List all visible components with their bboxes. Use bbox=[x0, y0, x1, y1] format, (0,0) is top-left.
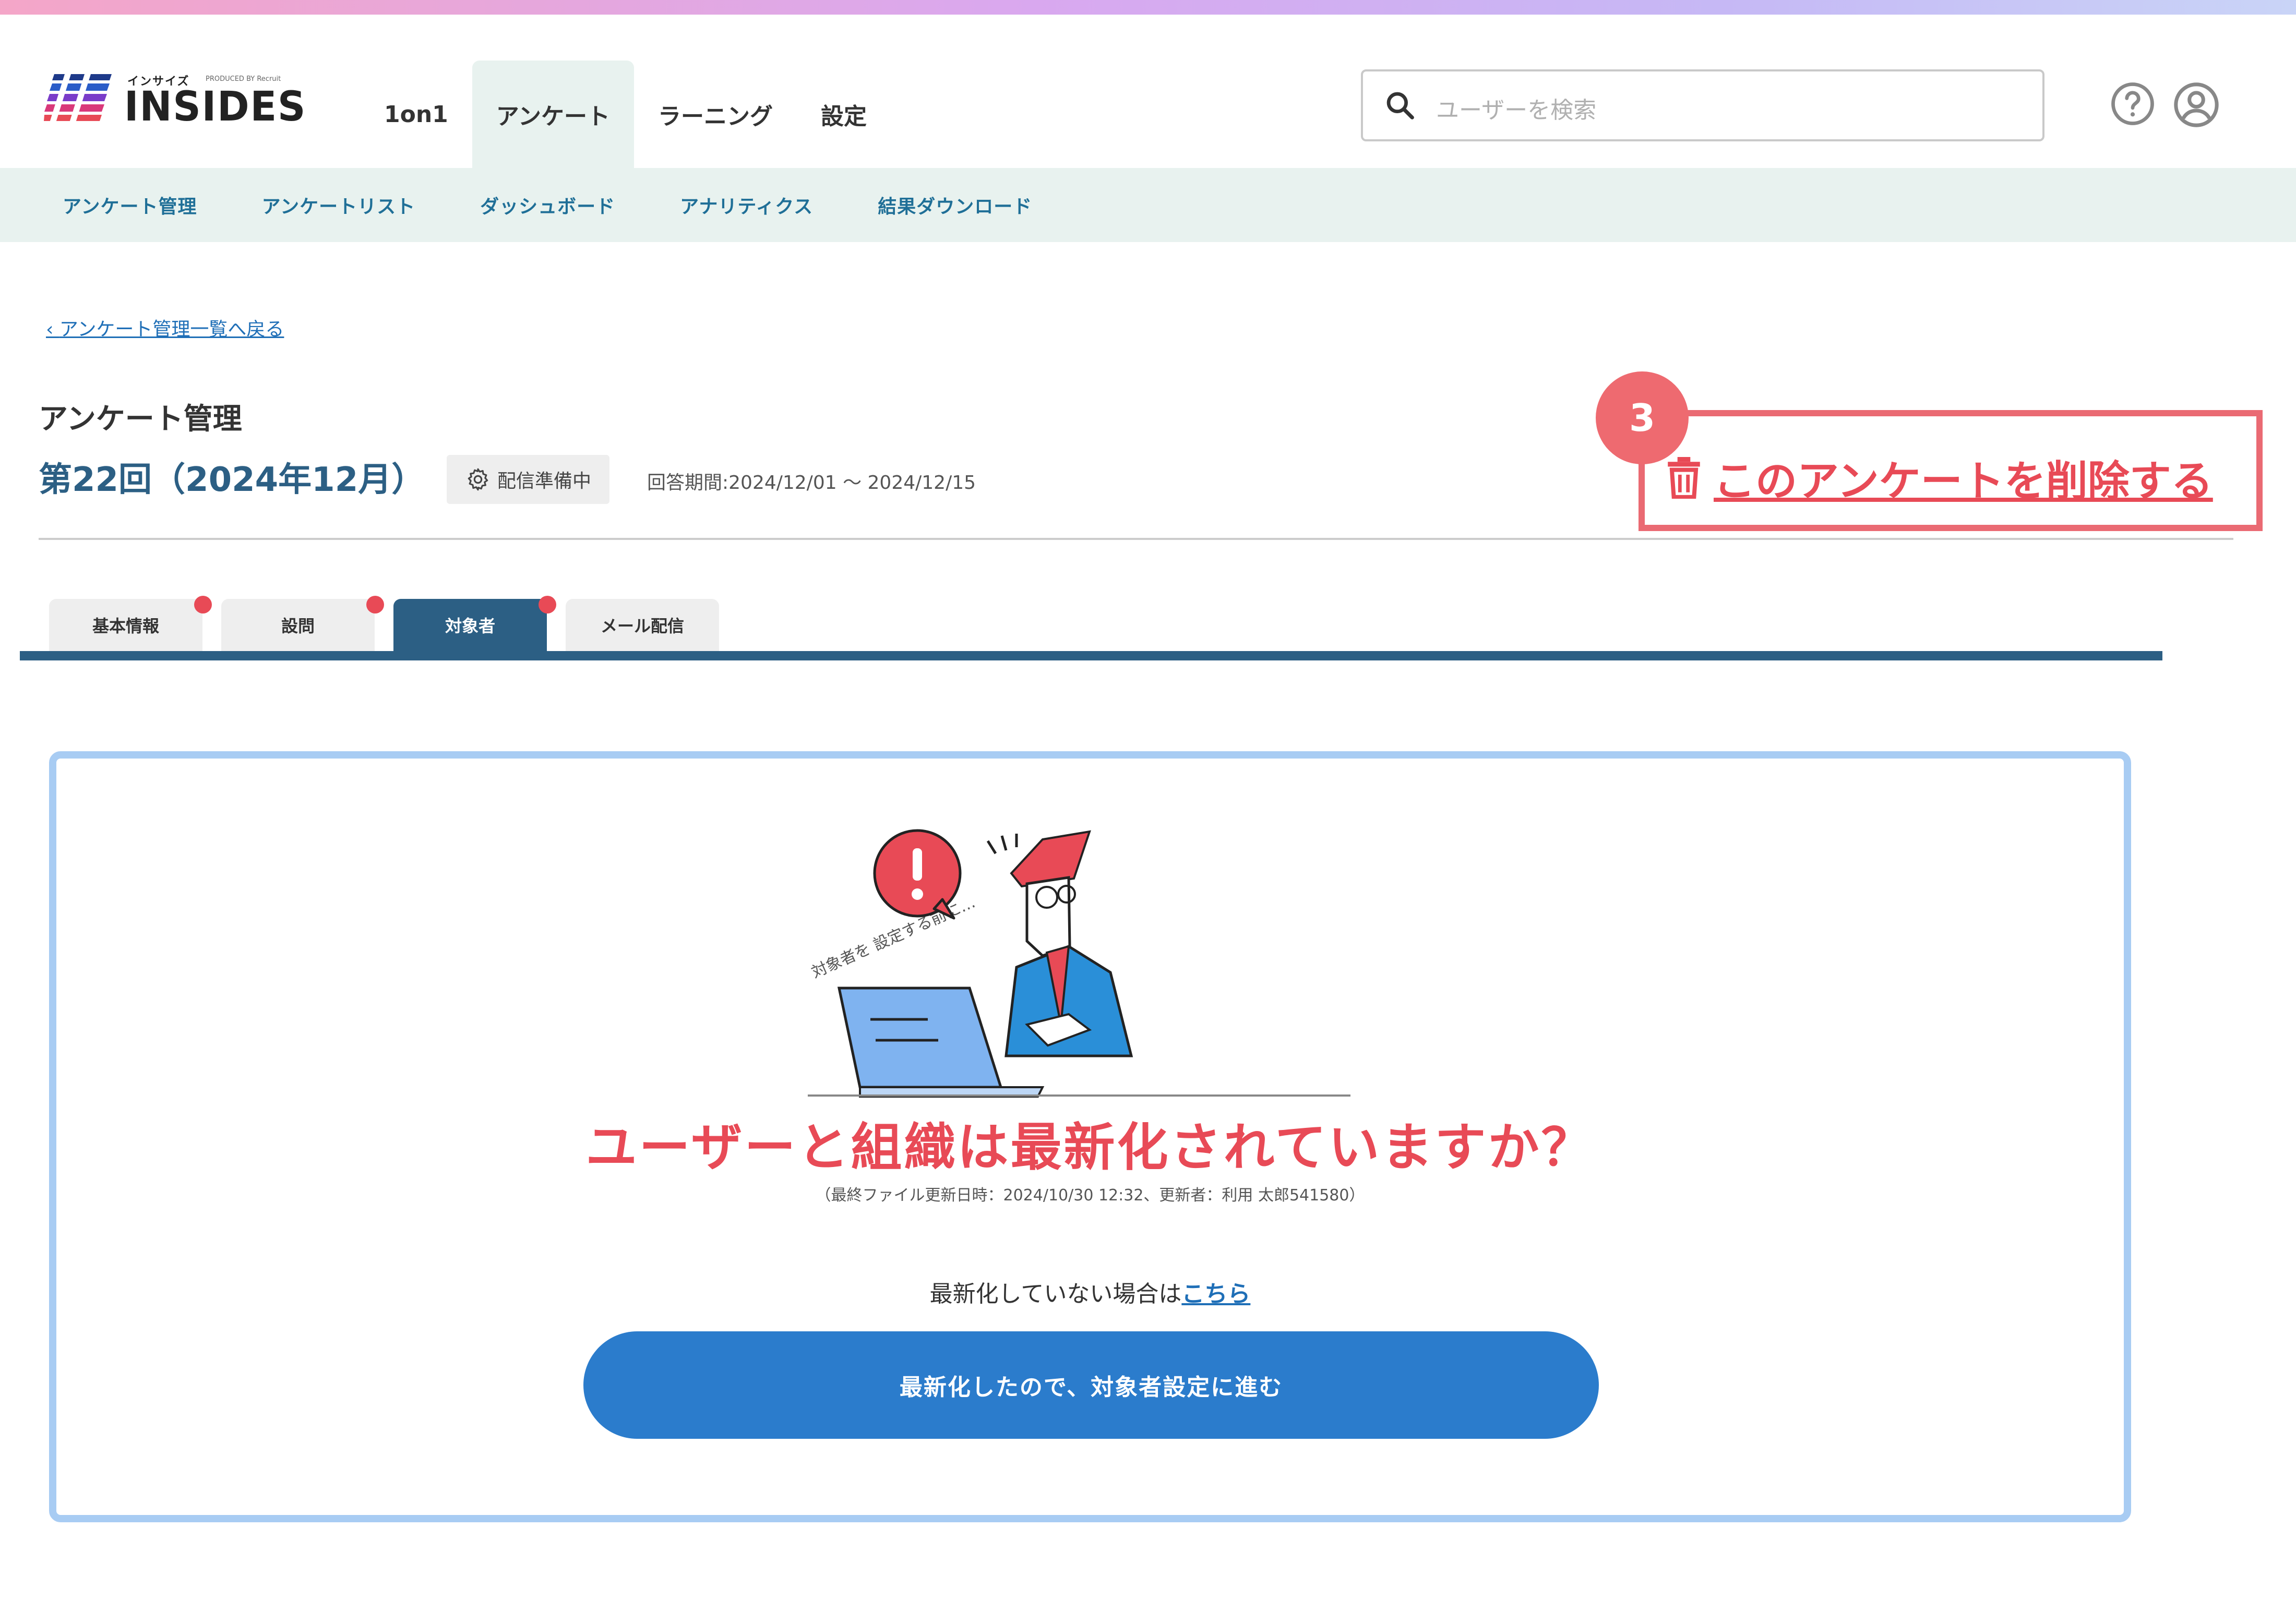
search-icon bbox=[1386, 92, 1414, 119]
top-gradient-bar bbox=[0, 0, 2296, 15]
page-title: アンケート管理 bbox=[39, 402, 242, 436]
back-link-label: アンケート管理一覧へ戻る bbox=[59, 319, 284, 340]
tab-alert-dot bbox=[366, 596, 384, 613]
help-icon[interactable] bbox=[2109, 80, 2156, 127]
tab-questions-label: 設問 bbox=[281, 616, 315, 636]
header-divider bbox=[39, 538, 2233, 540]
delete-survey-label: このアンケートを削除する bbox=[1714, 457, 2213, 506]
tab-alert-dot bbox=[539, 596, 556, 613]
back-link[interactable]: ‹ アンケート管理一覧へ戻る bbox=[46, 314, 284, 341]
tab-basic-info[interactable]: 基本情報 bbox=[49, 596, 212, 651]
nav-settings[interactable]: 設定 bbox=[797, 61, 891, 168]
subnav-survey-management[interactable]: アンケート管理 bbox=[63, 191, 197, 219]
tab-targets-label: 対象者 bbox=[445, 616, 495, 636]
logo-wordmark: INSIDES bbox=[124, 83, 307, 130]
tab-underline bbox=[20, 651, 2162, 660]
insides-logo[interactable]: インサイズ PRODUCED BY Recruit INSIDES bbox=[44, 57, 305, 136]
subnav-result-download[interactable]: 結果ダウンロード bbox=[878, 191, 1032, 219]
status-badge-label: 配信準備中 bbox=[497, 471, 591, 492]
tab-questions[interactable]: 設問 bbox=[221, 596, 384, 651]
logo-stripes-icon bbox=[44, 74, 112, 124]
tab-mail-delivery-label: メール配信 bbox=[600, 616, 684, 636]
app-header: インサイズ PRODUCED BY Recruit INSIDES 1on1 ア… bbox=[0, 15, 2296, 170]
step-number-badge: 3 bbox=[1596, 371, 1689, 464]
search-placeholder: ユーザーを検索 bbox=[1436, 97, 1597, 124]
tab-basic-info-label: 基本情報 bbox=[92, 616, 159, 636]
subnav-dashboard[interactable]: ダッシュボード bbox=[480, 191, 615, 219]
proceed-to-target-settings-button[interactable]: 最新化したので、対象者設定に進む bbox=[583, 1331, 1599, 1439]
tab-alert-dot bbox=[194, 596, 212, 613]
user-account-icon[interactable] bbox=[2172, 80, 2221, 129]
chevron-left-icon: ‹ bbox=[46, 319, 59, 340]
not-updated-prompt: 最新化していない場合はこちら bbox=[56, 1275, 2124, 1308]
tab-mail-delivery[interactable]: メール配信 bbox=[566, 599, 719, 651]
not-updated-link[interactable]: こちら bbox=[1181, 1281, 1250, 1307]
update-check-card: 対象者を 設定する前に… ユーザーと組織は最新化されていますか？ （最終ファイル… bbox=[49, 751, 2131, 1522]
sub-nav: アンケート管理 アンケートリスト ダッシュボード アナリティクス 結果ダウンロー… bbox=[0, 168, 2296, 242]
tab-targets[interactable]: 対象者 bbox=[393, 596, 556, 651]
trash-icon bbox=[1668, 457, 1700, 499]
gear-icon bbox=[468, 468, 488, 491]
survey-name: 第22回（2024年12月） bbox=[39, 461, 425, 499]
last-update-info: （最終ファイル更新日時：2024/10/30 12:32、更新者：利用 太郎54… bbox=[815, 1186, 1365, 1205]
user-search-input[interactable]: ユーザーを検索 bbox=[1361, 69, 2044, 141]
headline: ユーザーと組織は最新化されていますか？ bbox=[585, 1118, 1595, 1177]
subnav-survey-list[interactable]: アンケートリスト bbox=[262, 191, 416, 219]
status-badge: 配信準備中 bbox=[447, 455, 609, 504]
survey-tabs: 基本情報 設問 対象者 メール配信 bbox=[49, 596, 738, 651]
nav-learning[interactable]: ラーニング bbox=[634, 61, 797, 168]
delete-survey-link[interactable]: このアンケートを削除する bbox=[1666, 448, 2213, 508]
logo-produced-by: PRODUCED BY Recruit bbox=[206, 75, 281, 83]
not-updated-text: 最新化していない場合は bbox=[929, 1281, 1182, 1307]
nav-survey[interactable]: アンケート bbox=[472, 61, 635, 168]
subnav-analytics[interactable]: アナリティクス bbox=[680, 191, 813, 219]
person-at-laptop-illustration: 対象者を 設定する前に… bbox=[808, 829, 1350, 1098]
main-nav: 1on1 アンケート ラーニング 設定 bbox=[360, 61, 891, 168]
answer-period: 回答期間:2024/12/01 ～ 2024/12/15 bbox=[647, 472, 976, 494]
nav-1on1[interactable]: 1on1 bbox=[360, 61, 472, 168]
